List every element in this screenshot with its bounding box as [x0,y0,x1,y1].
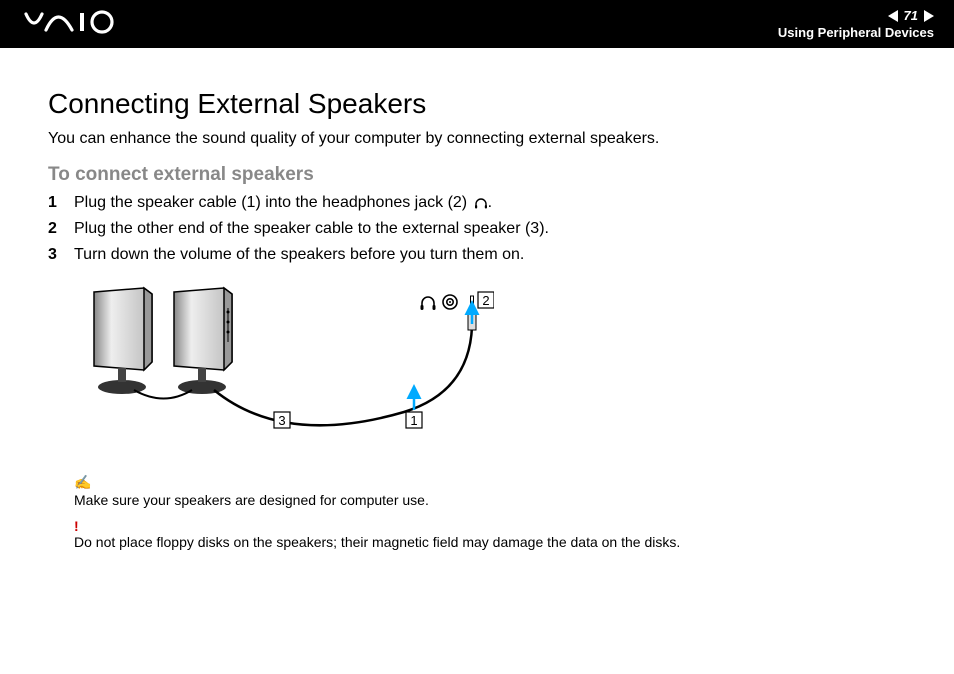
callout-jack: 2 [478,292,494,308]
speaker-right-graphic [174,288,232,394]
warning-note: ! Do not place floppy disks on the speak… [74,518,906,550]
header-bar: 71 Using Peripheral Devices [0,0,954,48]
prev-page-arrow[interactable] [888,10,898,22]
step-item: 3 Turn down the volume of the speakers b… [48,246,906,264]
callout-speaker: 3 [274,412,290,428]
connection-diagram: 2 1 3 [74,282,906,457]
step-number: 3 [48,246,74,264]
pencil-note-icon: ✍ [74,475,906,492]
svg-text:3: 3 [278,413,285,428]
page-number: 71 [904,8,918,23]
speaker-left-graphic [94,288,152,394]
step-text: Turn down the volume of the speakers bef… [74,246,524,264]
step-number: 1 [48,194,74,212]
next-page-arrow[interactable] [924,10,934,22]
warning-text: Do not place floppy disks on the speaker… [74,534,906,550]
svg-text:2: 2 [482,293,489,308]
step-item: 2 Plug the other end of the speaker cabl… [48,220,906,238]
svg-text:1: 1 [410,413,417,428]
vaio-logo [24,10,134,39]
warning-icon: ! [74,518,906,534]
tip-note: ✍ Make sure your speakers are designed f… [74,475,906,508]
callout-cable: 1 [406,412,422,428]
port-target-icon [443,295,457,309]
step-text: Plug the speaker cable (1) into the head… [74,194,492,212]
headphones-icon [474,196,488,210]
step-item: 1 Plug the speaker cable (1) into the he… [48,194,906,212]
headphones-icon [421,297,436,310]
intro-text: You can enhance the sound quality of you… [48,130,906,148]
step-number: 2 [48,220,74,238]
step-list: 1 Plug the speaker cable (1) into the he… [48,194,906,264]
subheading: To connect external speakers [48,164,906,186]
tip-text: Make sure your speakers are designed for… [74,492,906,508]
main-title: Connecting External Speakers [48,88,906,120]
page-content: Connecting External Speakers You can enh… [0,48,954,580]
section-title: Using Peripheral Devices [778,25,934,40]
step-text: Plug the other end of the speaker cable … [74,220,549,238]
header-right: 71 Using Peripheral Devices [778,8,934,40]
